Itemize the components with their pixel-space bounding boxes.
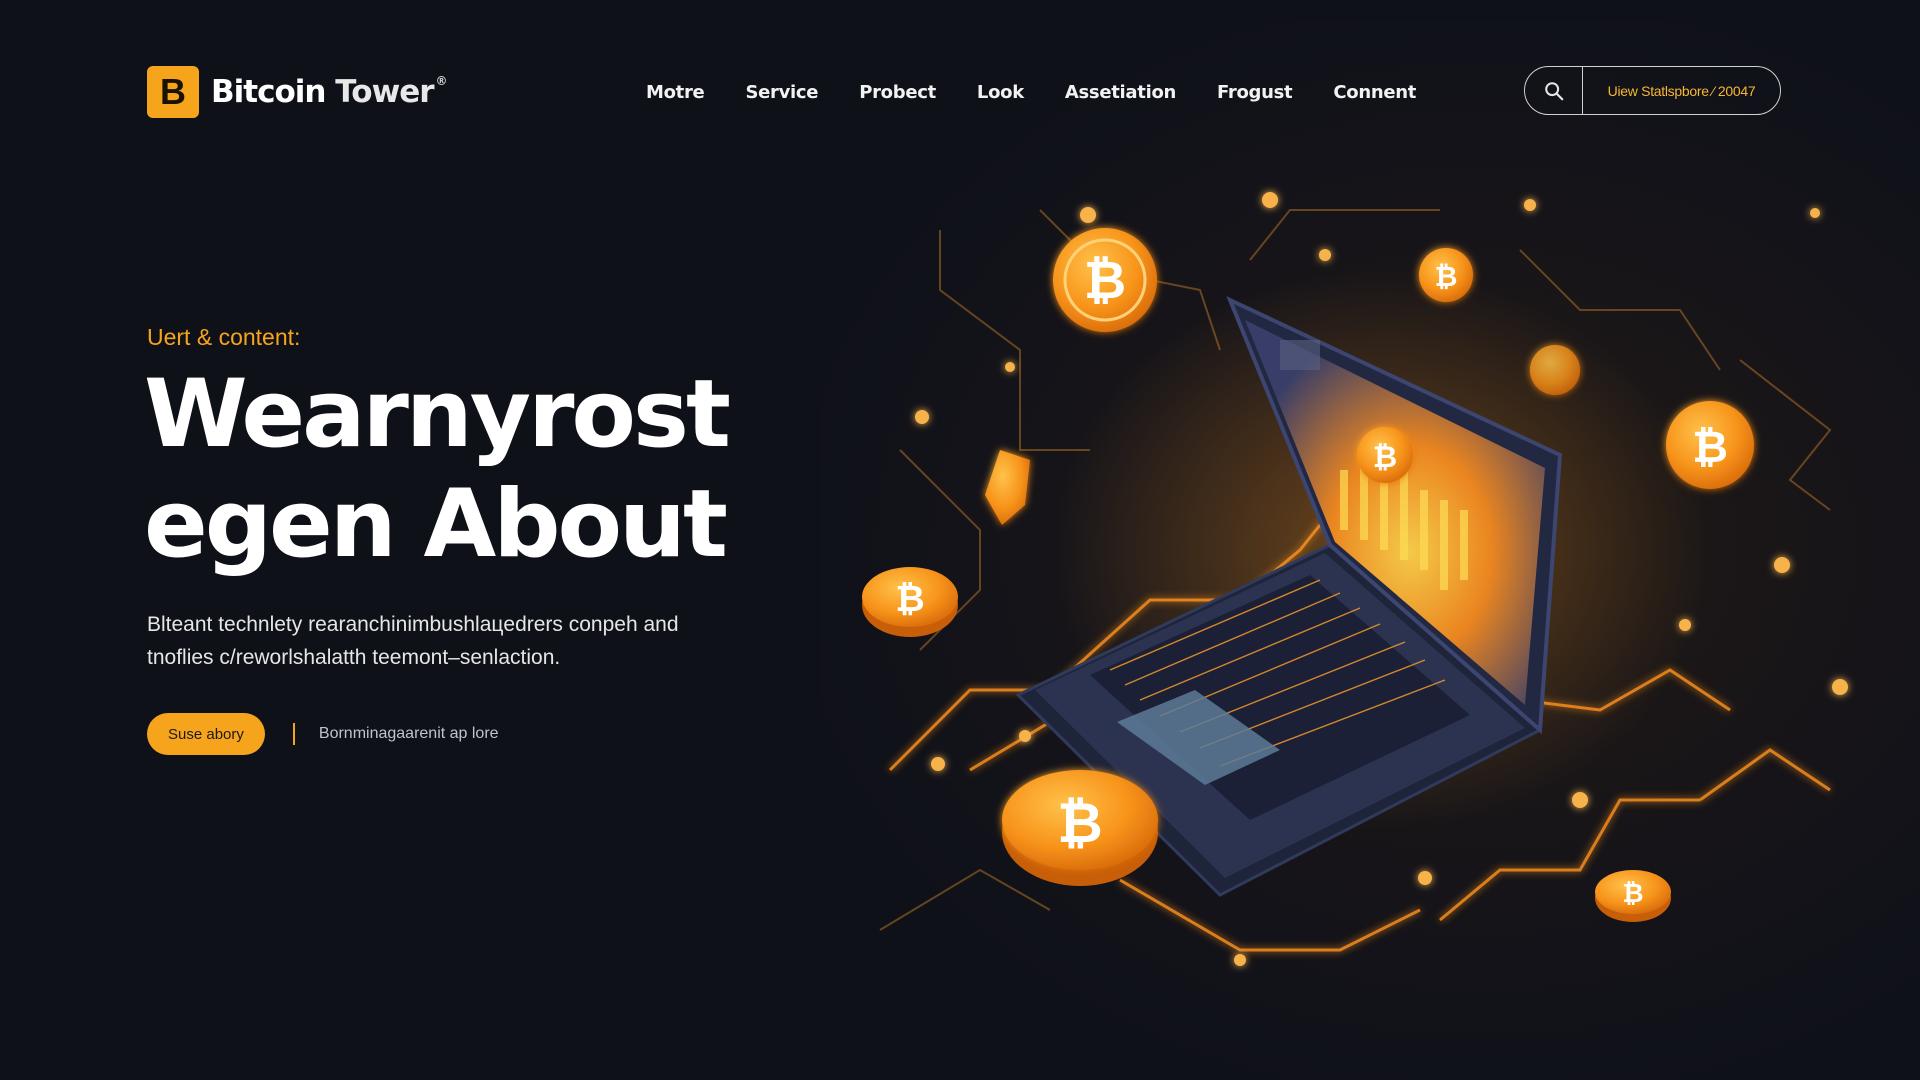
- bitcoin-coin-icon: [1530, 345, 1580, 395]
- bitcoin-coin-icon: ₿: [1666, 401, 1754, 489]
- svg-text:₿: ₿: [1084, 251, 1126, 311]
- hero-description: Blteant technlety rearanchinimbushlaцedr…: [147, 613, 679, 669]
- main-nav: Motre Service Probect Look Assetiation F…: [646, 82, 1416, 103]
- headline-line-2: egen About: [144, 470, 728, 579]
- hero-headline: Wearnyrost egen About: [144, 360, 844, 580]
- bitcoin-coin-icon: ₿: [1419, 248, 1473, 302]
- bitcoin-coin-icon: ₿: [1595, 870, 1671, 922]
- hero-eyebrow: Uert & content:: [147, 324, 301, 350]
- brand-name-part1: Bitcoin: [211, 74, 326, 110]
- cta-divider: [292, 723, 295, 745]
- bitcoin-logo-icon: B: [147, 66, 199, 118]
- bitcoin-coin-icon: ₿: [1357, 427, 1413, 483]
- headline-line-1: Wearnyrost: [144, 360, 731, 469]
- nav-item-connent[interactable]: Connent: [1333, 82, 1416, 103]
- bitcoin-coin-icon: ₿: [862, 567, 958, 637]
- brand-logo[interactable]: B Bitcoin Tower ®: [147, 66, 448, 118]
- search-bar[interactable]: Uiew Statlspbore ⁄ 20047: [1524, 66, 1781, 115]
- svg-text:₿: ₿: [1435, 260, 1458, 293]
- brand-name-part2: Tower: [335, 74, 434, 110]
- search-icon: [1544, 81, 1563, 100]
- primary-cta-button[interactable]: Suse abory: [147, 713, 265, 755]
- registered-mark: ®: [435, 74, 448, 88]
- secondary-cta-link[interactable]: Bornminagaarenit ap lore: [319, 725, 499, 743]
- search-button[interactable]: [1525, 67, 1583, 114]
- nav-item-motre[interactable]: Motre: [646, 82, 705, 103]
- nav-item-look[interactable]: Look: [977, 82, 1024, 103]
- cta-row: Suse abory Bornminagaarenit ap lore: [147, 713, 499, 755]
- crypto-illustration: ₿ ₿ ₿ ₿ ₿ ₿ ₿: [862, 192, 1848, 966]
- svg-text:₿: ₿: [1057, 791, 1103, 856]
- nav-item-assetiation[interactable]: Assetiation: [1065, 82, 1176, 103]
- brand-name: Bitcoin Tower ®: [211, 74, 448, 110]
- svg-text:₿: ₿: [1622, 879, 1643, 909]
- svg-text:₿: ₿: [1373, 440, 1397, 475]
- bitcoin-coin-icon: ₿: [1053, 228, 1157, 332]
- nav-item-probect[interactable]: Probect: [859, 82, 936, 103]
- search-input[interactable]: Uiew Statlspbore ⁄ 20047: [1583, 83, 1780, 99]
- nav-item-frogust[interactable]: Frogust: [1217, 82, 1293, 103]
- shield-icon: [985, 450, 1030, 525]
- bitcoin-coin-icon: ₿: [1002, 770, 1158, 886]
- svg-text:₿: ₿: [1692, 422, 1728, 473]
- nav-item-service[interactable]: Service: [745, 82, 818, 103]
- svg-text:₿: ₿: [895, 579, 924, 620]
